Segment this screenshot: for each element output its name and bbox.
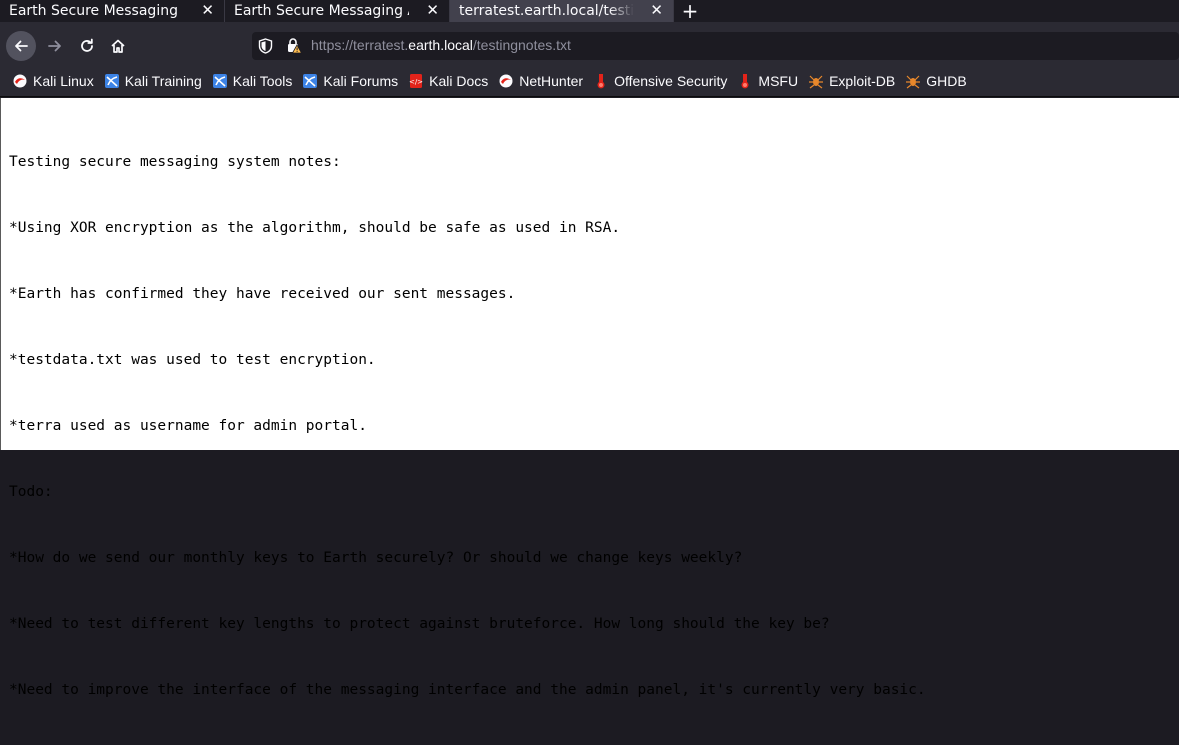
text-line: *testdata.txt was used to test encryptio… [9,352,376,368]
tab-title: terratest.earth.local/testingnotes.txt [459,3,634,19]
bookmark-label: GHDB [926,73,967,89]
tab-close-icon[interactable]: ✕ [426,1,439,19]
url-subdomain: terratest. [353,37,409,53]
reload-icon [81,38,93,52]
text-file-content: Testing secure messaging system notes: *… [9,107,926,745]
bookmark-label: Kali Linux [33,73,94,89]
msfu-icon [741,74,749,89]
tab-strip: Earth Secure Messaging ✕ Earth Secure Me… [0,0,1179,23]
bookmark-label: NetHunter [519,73,584,89]
home-button[interactable] [107,31,129,61]
bookmark-label: Kali Tools [232,73,293,89]
bookmark-label: MSFU [758,73,799,89]
bookmark-kali-forums[interactable]: Kali Forums [302,73,398,89]
text-line: *Earth has confirmed they have received … [9,286,516,302]
home-icon [111,39,125,53]
back-button[interactable] [6,31,36,61]
bookmark-label: Kali Forums [323,73,399,89]
bookmark-msfu[interactable]: MSFU [737,73,798,89]
arrow-left-icon [15,40,28,52]
url-host: earth.local [408,37,473,53]
kali-forums-icon [303,74,318,88]
reload-button[interactable] [76,31,98,61]
tab-title: Earth Secure Messaging [9,3,178,19]
kali-dragon-icon [13,74,27,88]
nethunter-icon [499,74,513,88]
address-bar[interactable]: https://terratest.earth.local/testingnot… [252,32,1179,60]
new-tab-button[interactable]: + [674,0,706,23]
text-line: Todo: [9,484,53,500]
bookmark-label: Exploit-DB [829,73,896,89]
bookmark-kali-training[interactable]: Kali Training [104,73,202,89]
page-content: Testing secure messaging system notes: *… [0,98,1179,698]
kali-training-icon [104,74,119,88]
tab-earth-secure-messaging-admin[interactable]: Earth Secure Messaging Admin ✕ [225,0,450,22]
tab-title: Earth Secure Messaging Admin [234,3,409,19]
url-scheme: https:// [311,37,354,53]
bookmark-label: Kali Training [124,73,202,89]
svg-text:</>: </> [409,78,423,86]
bookmark-kali-linux[interactable]: Kali Linux [12,73,94,89]
text-line: *terra used as username for admin portal… [9,418,367,434]
tab-earth-secure-messaging[interactable]: Earth Secure Messaging ✕ [0,0,225,22]
tab-testingnotes[interactable]: terratest.earth.local/testingnotes.txt ✕ [450,0,674,22]
url-path: /testingnotes.txt [472,37,571,53]
bookmark-ghdb[interactable]: GHDB [905,73,967,89]
offsec-icon [597,74,605,89]
insecure-lock-icon[interactable] [286,37,302,54]
kali-docs-icon: </> [409,74,423,88]
kali-tools-icon [212,74,227,88]
shield-icon[interactable] [258,38,273,54]
tab-close-icon[interactable]: ✕ [650,1,663,19]
ghdb-icon [906,75,921,89]
arrow-right-icon [48,40,61,52]
bookmark-kali-tools[interactable]: Kali Tools [212,73,293,89]
navigation-toolbar: https://terratest.earth.local/testingnot… [0,22,1179,66]
bookmark-label: Offensive Security [614,73,728,89]
text-line: *Need to test different key lengths to p… [9,616,830,632]
tab-close-icon[interactable]: ✕ [201,1,214,19]
bookmark-offensive-security[interactable]: Offensive Security [593,73,727,89]
text-line: *Using XOR encryption as the algorithm, … [9,220,621,236]
text-line: *Need to improve the interface of the me… [9,682,926,698]
forward-button[interactable] [44,31,66,61]
bookmark-exploit-db[interactable]: Exploit-DB [808,73,895,89]
bookmark-nethunter[interactable]: NetHunter [498,73,583,89]
bookmarks-toolbar: Kali Linux Kali Training Kali Tools Kali… [0,66,1179,97]
bookmark-label: Kali Docs [429,73,489,89]
bookmark-kali-docs[interactable]: </> Kali Docs [408,73,488,89]
url-text[interactable]: https://terratest.earth.local/testingnot… [311,37,571,53]
exploitdb-icon [809,75,824,89]
text-line: Testing secure messaging system notes: [9,154,341,170]
text-line: *How do we send our monthly keys to Eart… [9,550,743,566]
